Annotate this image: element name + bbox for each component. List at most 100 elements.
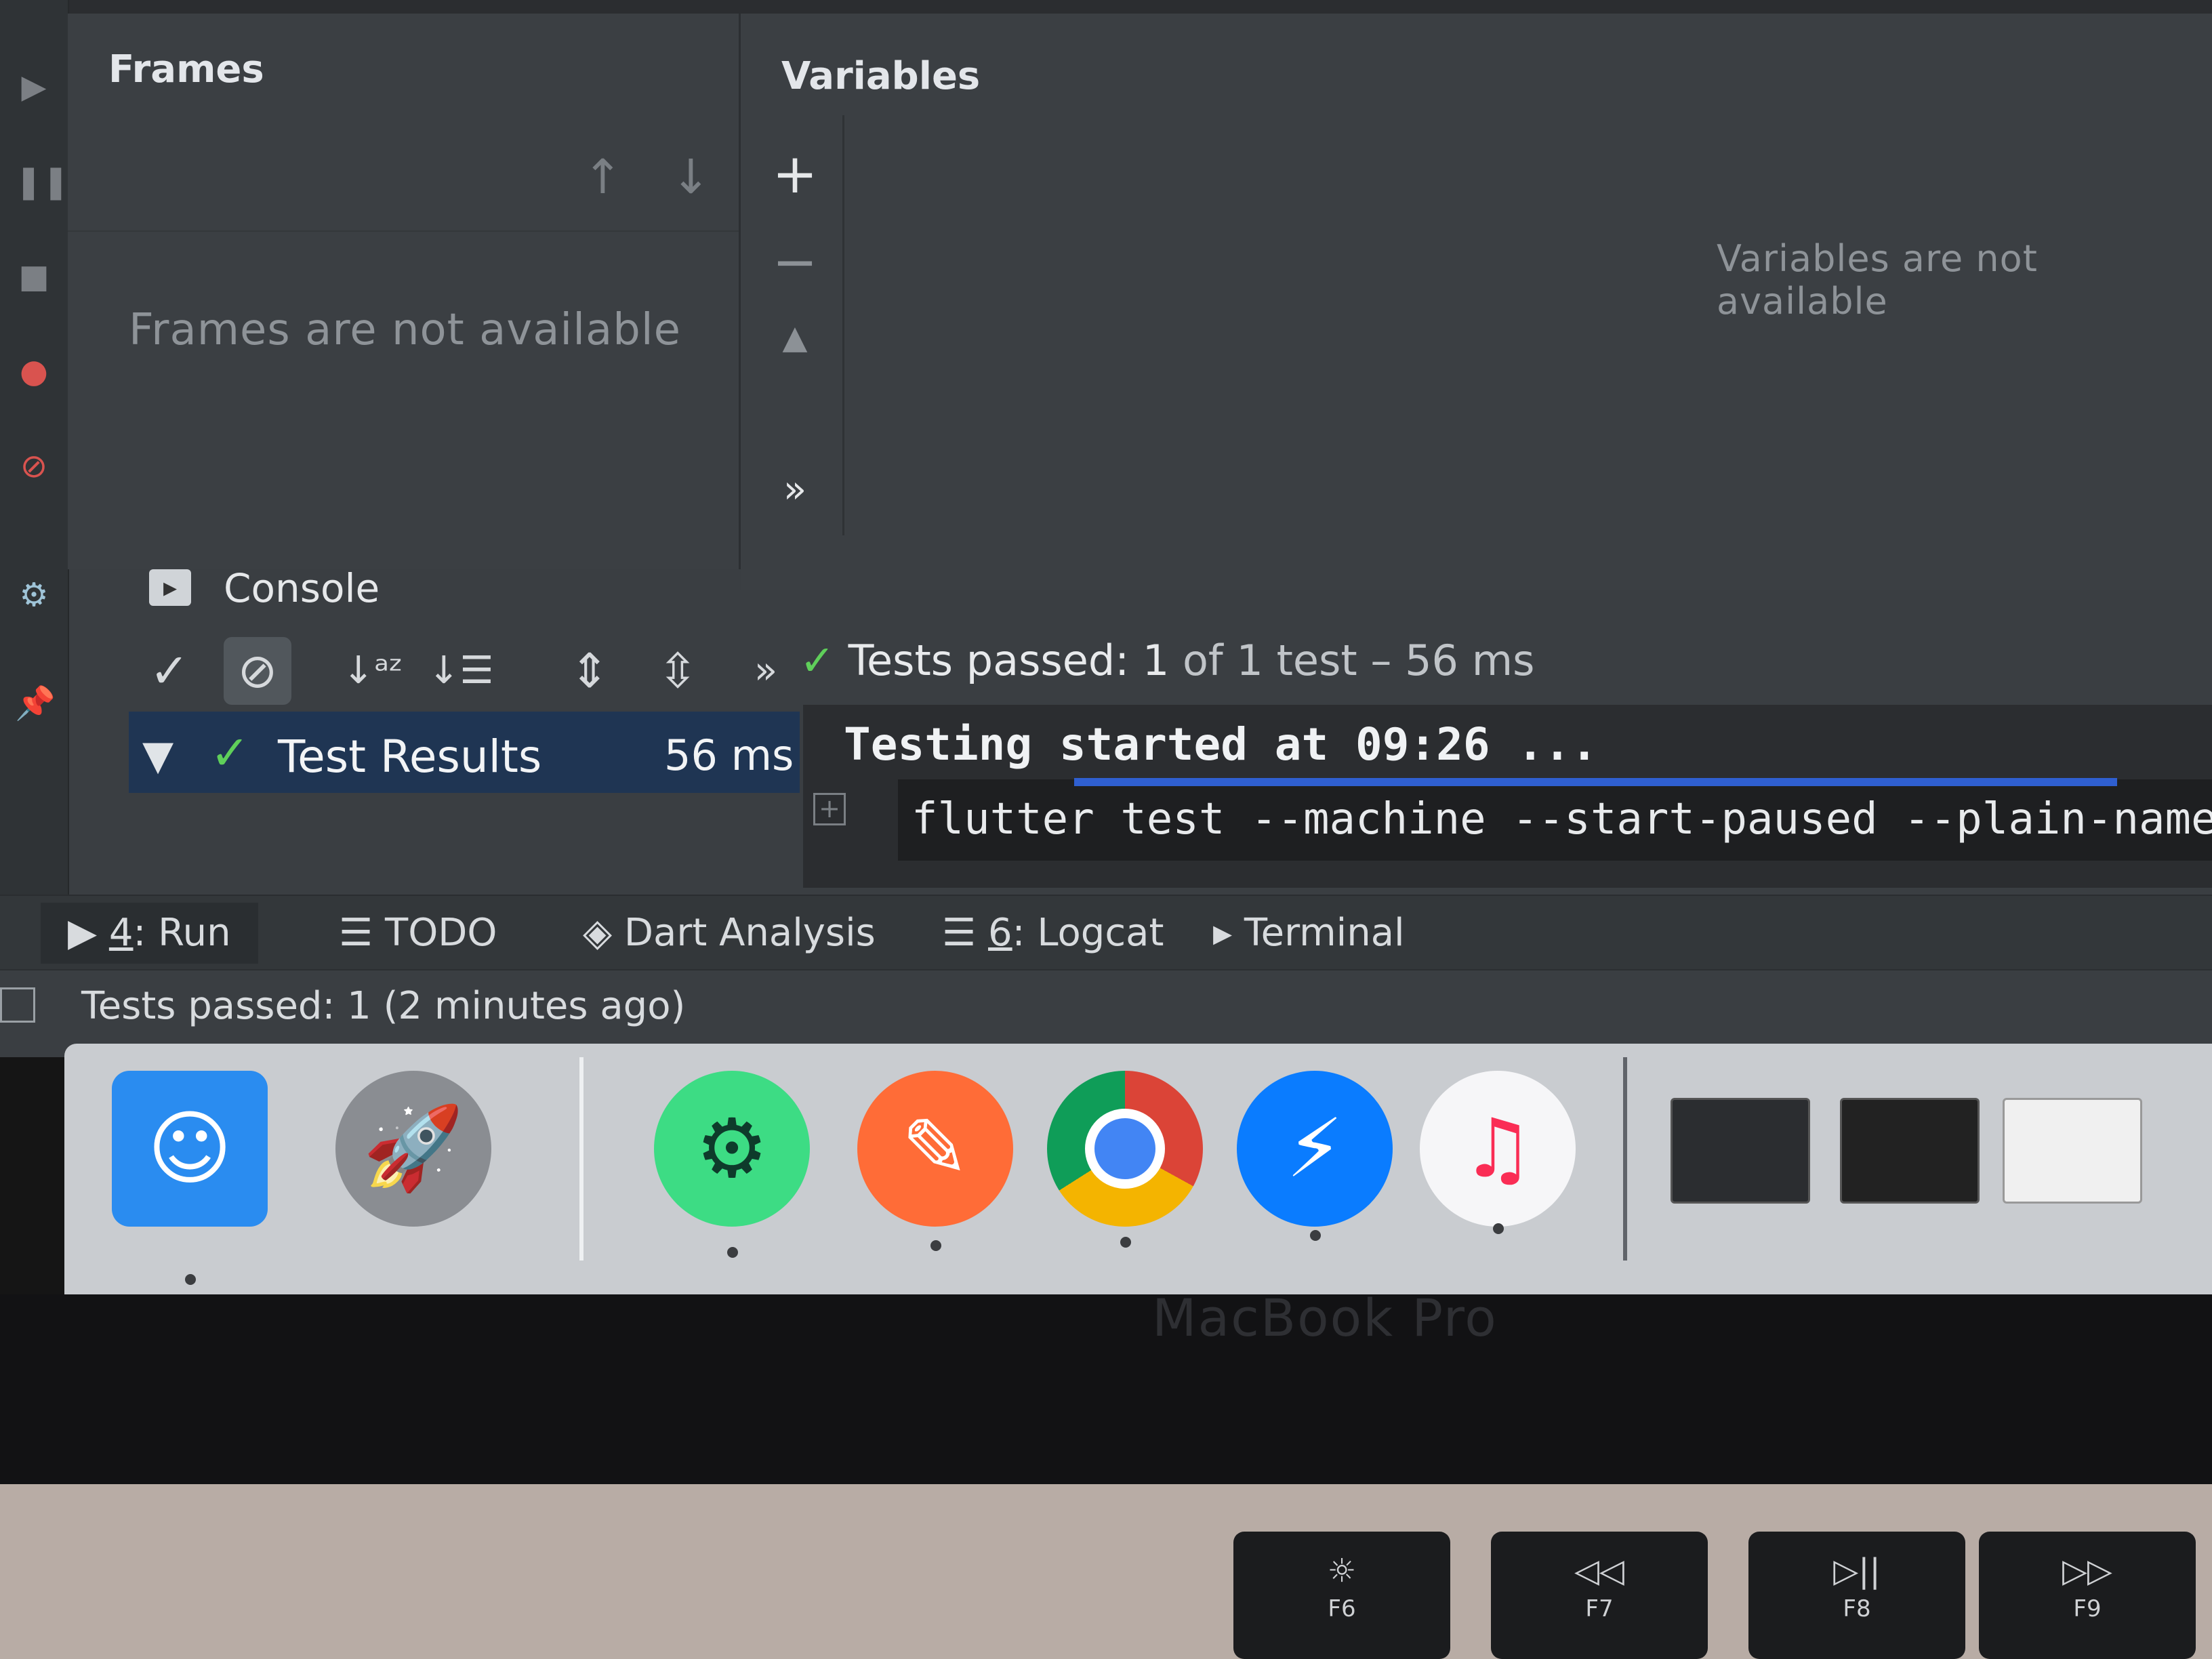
collapse-all-icon[interactable]: ⇳ [644, 637, 712, 705]
variables-title: Variables [781, 54, 981, 98]
todo-list-icon: ☰ [339, 911, 386, 955]
tests-passed-text: Tests passed: 1 [848, 636, 1170, 685]
pass-check-icon: ✓ [800, 636, 835, 685]
more-toolbar-icon[interactable]: » [732, 637, 800, 705]
finder-icon[interactable]: ☺ [112, 1071, 268, 1227]
rewind-icon: ◁◁ [1574, 1552, 1624, 1590]
remove-watch-button[interactable]: − [764, 230, 825, 293]
android-studio-icon[interactable]: ⚙ [654, 1071, 810, 1227]
breakpoints-icon[interactable]: ● [15, 352, 53, 390]
play-pause-icon: ▷|| [1833, 1552, 1881, 1590]
frames-title: Frames [108, 47, 264, 91]
status-text: Tests passed: 1 (2 minutes ago) [81, 984, 686, 1028]
minimized-window-chrome[interactable] [2003, 1098, 2142, 1204]
console-line: Testing started at 09:26 ... [844, 718, 1598, 771]
laptop-bezel [0, 1294, 2212, 1484]
minimized-window-android-studio[interactable] [1671, 1098, 1810, 1204]
music-icon[interactable]: ♫ [1420, 1071, 1576, 1227]
variables-toolbar: + − ▲ » [741, 115, 844, 535]
logcat-icon: ☰ [942, 911, 989, 955]
frame-down-icon[interactable]: ↓ [671, 149, 711, 205]
key-f6: ☼ F6 [1233, 1532, 1450, 1659]
frame-up-icon[interactable]: ↑ [583, 149, 623, 205]
key-label: F9 [2073, 1595, 2102, 1622]
tab-logcat-number: 6 [988, 911, 1012, 955]
sort-alphabetically-icon[interactable]: ↓ᵃᶻ [339, 637, 407, 705]
messenger-icon[interactable]: ⚡ [1237, 1071, 1393, 1227]
debug-side-toolbar: ▶ ❚❚ ■ ● ⊘ ⚙ 📌 [0, 0, 69, 1037]
dart-icon: ◈ [583, 911, 624, 955]
tab-run[interactable]: ▶ 4: Run [41, 903, 258, 964]
chrome-icon[interactable] [1047, 1071, 1203, 1227]
key-label: F7 [1585, 1595, 1614, 1622]
add-watch-button[interactable]: + [764, 142, 825, 205]
frames-empty-message: Frames are not available [129, 305, 681, 355]
passed-check-icon: ✓ [210, 725, 250, 781]
test-results-tree: ▼ ✓ Test Results 56 ms [129, 712, 800, 888]
tab-todo[interactable]: ☰ TODO [339, 903, 497, 964]
tests-status: ✓ Tests passed: 1 of 1 test – 56 ms [800, 636, 1534, 685]
test-runner-toolbar: ✓ ⊘ ↓ᵃᶻ ↓☰ ⇕ ⇳ » ✓ Tests passed: 1 of 1 … [136, 623, 2212, 705]
tab-todo-label: TODO [385, 911, 497, 955]
test-results-label: Test Results [278, 731, 542, 783]
dock-separator [1623, 1057, 1627, 1261]
pin-icon[interactable]: 📌 [15, 684, 56, 722]
tool-window-toggle-icon[interactable] [0, 987, 35, 1023]
tab-logcat-label: : Logcat [1012, 911, 1164, 955]
expand-command-icon[interactable]: + [813, 793, 846, 825]
running-indicator [1120, 1237, 1131, 1248]
ide-screen: ▶ ❚❚ ■ ● ⊘ ⚙ 📌 Frames ↑ ↓ Frames are not… [0, 0, 2212, 1057]
variables-panel: Variables + − ▲ » Variables are not avai… [741, 14, 2212, 590]
dock-separator [579, 1057, 583, 1261]
console-output[interactable]: Testing started at 09:26 ... + flutter t… [803, 705, 2212, 888]
pause-icon[interactable]: ❚❚ [15, 163, 69, 201]
settings-icon[interactable]: ⚙ [15, 576, 53, 614]
fast-forward-icon: ▷▷ [2062, 1552, 2112, 1590]
console-command-line: flutter test --machine --start-paused --… [898, 779, 2212, 861]
key-label: F8 [1843, 1595, 1871, 1622]
tab-dart-analysis[interactable]: ◈ Dart Analysis [583, 903, 876, 964]
running-indicator [930, 1240, 941, 1251]
more-actions-button[interactable]: » [764, 468, 825, 512]
console-tab-label: Console [224, 565, 380, 611]
key-f9: ▷▷ F9 [1979, 1532, 2196, 1659]
mute-breakpoints-icon[interactable]: ⊘ [15, 447, 53, 485]
tab-run-label: : Run [133, 911, 231, 955]
move-up-button[interactable]: ▲ [764, 319, 825, 356]
test-results-time: 56 ms [664, 731, 794, 780]
variables-empty-message: Variables are not available [1717, 237, 2038, 323]
minimized-window-postman[interactable] [1840, 1098, 1980, 1204]
frames-toolbar: ↑ ↓ [68, 129, 739, 232]
tab-run-number: 4 [108, 911, 134, 955]
tab-logcat[interactable]: ☰ 6: Logcat [942, 903, 1164, 964]
console-command-text: flutter test --machine --start-paused --… [912, 794, 2212, 844]
frames-panel: Frames ↑ ↓ Frames are not available [68, 14, 741, 569]
tab-terminal-label: Terminal [1244, 911, 1405, 955]
collapse-triangle-icon[interactable]: ▼ [142, 732, 173, 779]
dock: ☺ 🚀 ⚙ ✎ ⚡ ♫ [64, 1044, 2212, 1294]
stop-icon[interactable]: ■ [15, 258, 53, 295]
expand-all-icon[interactable]: ⇕ [556, 637, 623, 705]
sort-by-duration-icon[interactable]: ↓☰ [427, 637, 495, 705]
tab-terminal[interactable]: ▸ Terminal [1213, 903, 1405, 964]
launchpad-icon[interactable]: 🚀 [335, 1071, 491, 1227]
tab-dart-analysis-label: Dart Analysis [623, 911, 876, 955]
resume-icon[interactable]: ▶ [15, 68, 53, 106]
status-bar: Tests passed: 1 (2 minutes ago) [0, 969, 2212, 1038]
terminal-icon: ▸ [1213, 911, 1244, 955]
key-label: F6 [1328, 1595, 1356, 1622]
test-results-row[interactable]: ▼ ✓ Test Results 56 ms [129, 712, 800, 793]
top-strip [0, 0, 2212, 14]
test-progress-bar [1074, 778, 2117, 786]
brightness-icon: ☼ [1327, 1552, 1357, 1590]
console-icon: ▸ [149, 569, 191, 606]
postman-icon[interactable]: ✎ [857, 1071, 1013, 1227]
tests-passed-detail: of 1 test – 56 ms [1169, 636, 1535, 685]
show-ignored-icon[interactable]: ⊘ [224, 637, 291, 705]
running-indicator [727, 1247, 738, 1258]
key-f8: ▷|| F8 [1748, 1532, 1965, 1659]
running-indicator [1493, 1223, 1504, 1234]
show-passed-icon[interactable]: ✓ [136, 637, 203, 705]
tool-window-tabs: ▶ 4: Run ☰ TODO ◈ Dart Analysis ☰ 6: Log… [0, 895, 2212, 970]
key-f7: ◁◁ F7 [1491, 1532, 1708, 1659]
